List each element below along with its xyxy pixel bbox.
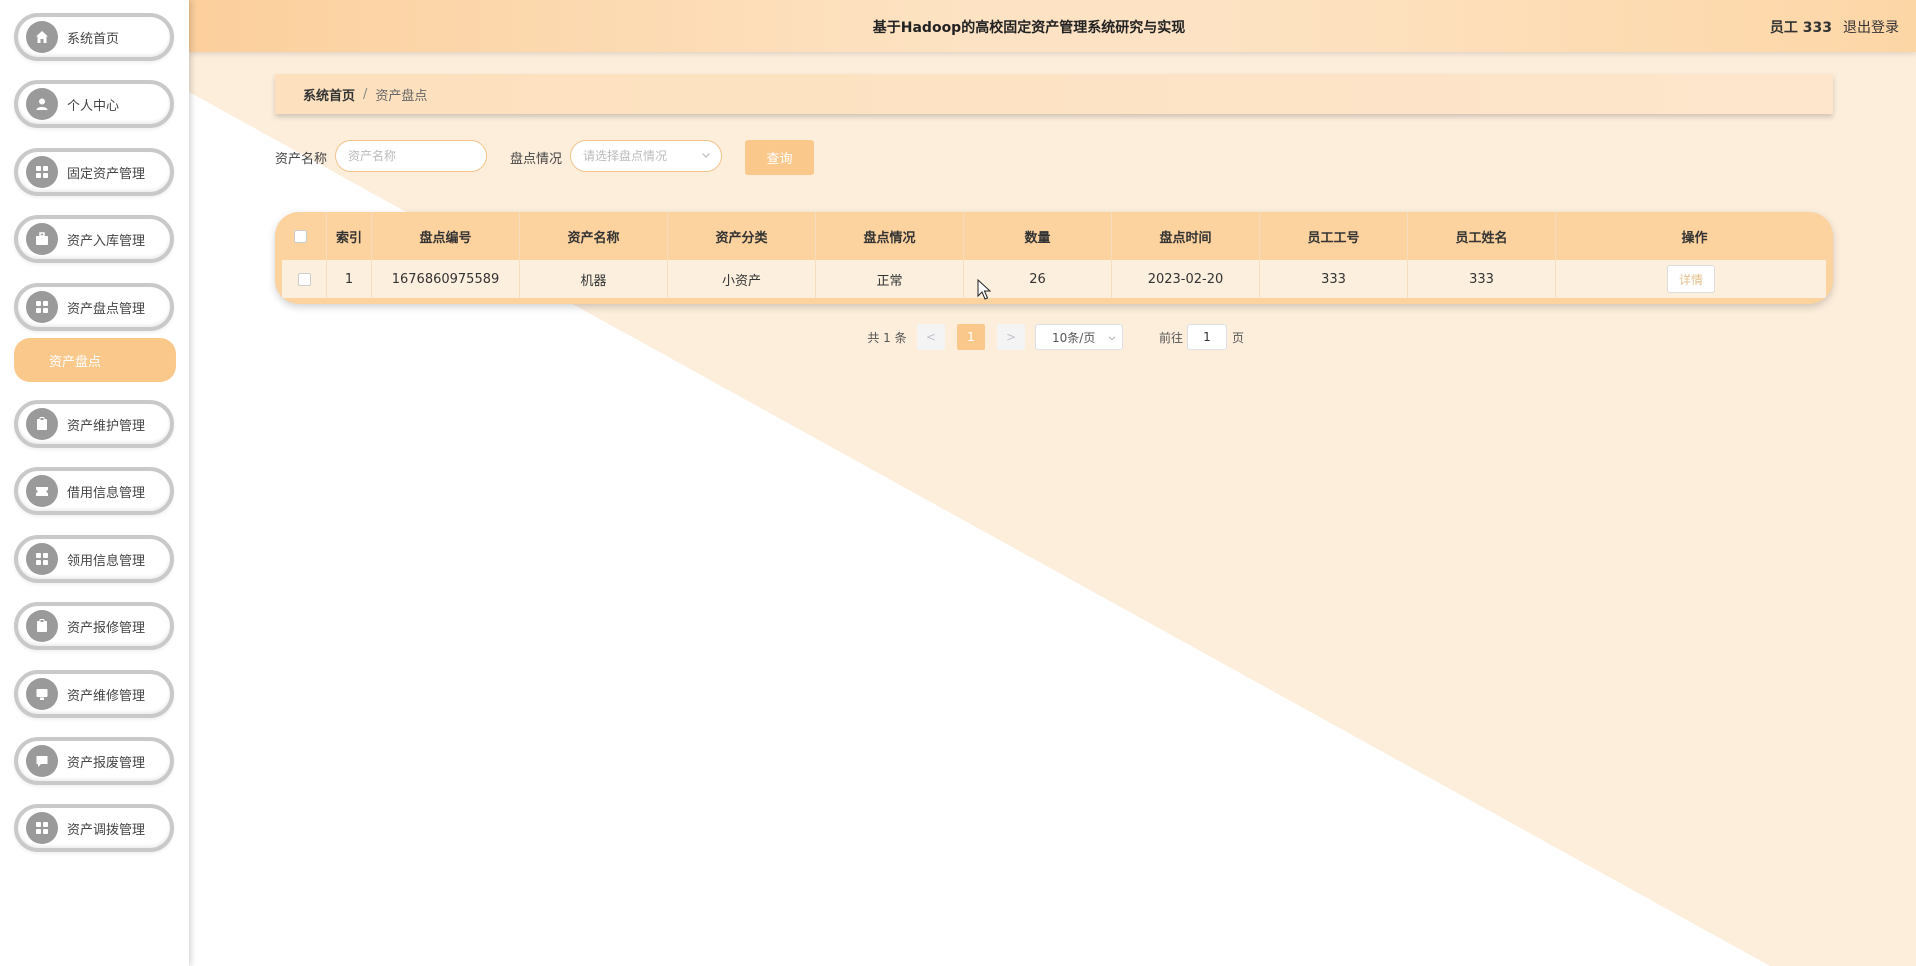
table-cell: 正常 [816,260,964,298]
actions-cell: 详情 [1556,260,1826,298]
sidebar-item-label: 系统首页 [67,31,120,47]
logout-link[interactable]: 退出登录 [1843,17,1899,37]
app-root: 系统首页 个人中心 固定资产管理 资产入库管理 资产盘点管理 资产盘点 资产维护… [0,0,1916,966]
select-all-cell [275,212,327,260]
inventory-status-label: 盘点情况 [510,152,563,167]
sidebar-item-asset-scrap[interactable]: 资产报废管理 [14,737,174,785]
breadcrumb-current: 资产盘点 [375,88,428,104]
table-cell: 333 [1408,260,1556,298]
column-header: 资产名称 [520,212,668,260]
ticket-icon [26,475,58,507]
top-header: 基于Hadoop的高校固定资产管理系统研究与实现 员工 333 退出登录 [189,0,1916,52]
breadcrumb: 系统首页 / 资产盘点 [275,74,1833,114]
row-checkbox[interactable] [297,272,311,286]
column-header: 索引 [327,212,372,260]
chevron-down-icon [702,153,710,158]
column-header: 资产分类 [668,212,816,260]
chevron-down-icon [1108,336,1116,341]
table-cell: 机器 [520,260,668,298]
breadcrumb-separator: / [363,86,368,102]
sidebar-item-repair-request[interactable]: 资产报修管理 [14,602,174,650]
sidebar-item-label: 资产报废管理 [67,755,146,771]
sidebar-item-asset-maintenance[interactable]: 资产维护管理 [14,400,174,448]
table-cell: 1 [327,260,372,298]
page-size-value: 10条/页 [1052,330,1096,345]
detail-button[interactable]: 详情 [1667,265,1715,293]
sidebar-item-profile[interactable]: 个人中心 [14,80,174,128]
grid-icon [26,291,58,323]
asset-name-label: 资产名称 [275,152,328,167]
select-all-checkbox[interactable] [294,229,307,243]
sidebar-item-asset-transfer[interactable]: 资产调拨管理 [14,804,174,852]
column-header: 操作 [1681,230,1708,246]
column-header: 员工姓名 [1408,212,1556,260]
column-header: 盘点时间 [1112,212,1260,260]
page-size-select[interactable]: 10条/页 [1035,324,1123,350]
grid-icon [26,812,58,844]
column-header: 盘点编号 [372,212,520,260]
clipboard-icon [26,408,58,440]
sidebar-item-label: 资产盘点管理 [67,301,146,317]
sidebar-item-label: 资产报修管理 [67,620,146,636]
page-number[interactable]: 1 [957,324,985,350]
breadcrumb-home[interactable]: 系统首页 [303,85,355,104]
home-icon [26,21,58,53]
prev-page-button[interactable]: < [917,324,945,350]
table-cell: 2023-02-20 [1112,260,1260,298]
sidebar-item-fixed-assets[interactable]: 固定资产管理 [14,148,174,196]
inventory-table: 索引 盘点编号 资产名称 资产分类 盘点情况 数量 盘点时间 员工工号 员工姓名… [275,212,1833,304]
column-header: 盘点情况 [816,212,964,260]
sidebar-item-label: 资产入库管理 [67,233,146,249]
sidebar-item-label: 固定资产管理 [67,166,146,182]
sidebar-item-label: 领用信息管理 [67,553,146,569]
monitor-icon [26,678,58,710]
sidebar-item-asset-inventory[interactable]: 资产盘点管理 [14,283,174,331]
sidebar: 系统首页 个人中心 固定资产管理 资产入库管理 资产盘点管理 资产盘点 资产维护… [0,0,189,966]
sidebar-item-asset-inbound[interactable]: 资产入库管理 [14,215,174,263]
sidebar-item-label: 资产调拨管理 [67,822,146,838]
table-cell: 333 [1260,260,1408,298]
sidebar-item-label: 个人中心 [67,98,120,114]
asset-name-input[interactable]: 资产名称 [335,140,487,172]
sidebar-item-label: 资产维护管理 [67,418,146,434]
clipboard-icon [26,610,58,642]
sidebar-item-label: 资产维修管理 [67,688,146,704]
mouse-cursor-icon [977,279,991,300]
page-unit-label: 页 [1231,330,1244,345]
briefcase-icon [26,223,58,255]
goto-page-input[interactable]: 1 [1187,324,1227,350]
table-cell: 1676860975589 [372,260,520,298]
app-title: 基于Hadoop的高校固定资产管理系统研究与实现 [872,20,1186,36]
sidebar-item-label: 借用信息管理 [67,485,146,501]
row-select-cell [282,260,327,298]
inventory-status-placeholder: 请选择盘点情况 [583,149,668,163]
background-decoration [189,52,1916,966]
sidebar-item-borrow-info[interactable]: 借用信息管理 [14,467,174,515]
current-user: 员工 333 [1769,20,1832,36]
sidebar-item-asset-repair[interactable]: 资产维修管理 [14,670,174,718]
chat-icon [26,745,58,777]
table-header: 索引 盘点编号 资产名称 资产分类 盘点情况 数量 盘点时间 员工工号 员工姓名… [275,212,1833,260]
goto-label: 前往 [1158,330,1183,345]
column-header: 员工工号 [1260,212,1408,260]
sidebar-item-requisition-info[interactable]: 领用信息管理 [14,535,174,583]
sidebar-item-home[interactable]: 系统首页 [14,13,174,61]
table-cell: 小资产 [668,260,816,298]
user-icon [26,88,58,120]
sidebar-subitem-asset-inventory[interactable]: 资产盘点 [14,338,176,382]
grid-icon [26,156,58,188]
column-header: 数量 [964,212,1112,260]
total-count: 共 1 条 [867,330,907,345]
query-button[interactable]: 查询 [745,140,814,175]
grid-icon [26,543,58,575]
table-row: 1 1676860975589 机器 小资产 正常 26 2023-02-20 … [282,260,1826,298]
inventory-status-select[interactable]: 请选择盘点情况 [570,140,722,172]
next-page-button[interactable]: > [997,324,1025,350]
submenu-label: 资产盘点 [49,354,102,370]
